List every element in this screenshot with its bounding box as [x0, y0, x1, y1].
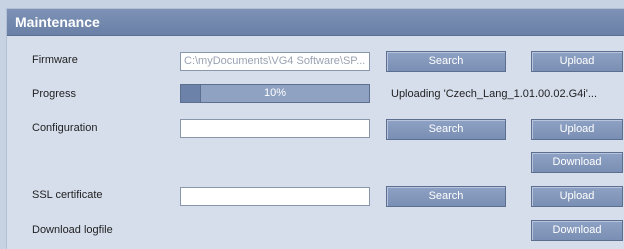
progress-bar: 10%	[180, 84, 370, 103]
firmware-label: Firmware	[32, 54, 78, 66]
configuration-upload-button[interactable]: Upload	[531, 119, 623, 140]
maintenance-frame: Maintenance Firmware C:\myDocuments\VG4 …	[0, 0, 624, 249]
firmware-search-button[interactable]: Search	[386, 51, 506, 72]
top-strip	[0, 0, 624, 8]
ssl-certificate-search-button[interactable]: Search	[386, 186, 506, 207]
firmware-upload-button[interactable]: Upload	[531, 51, 623, 72]
ssl-certificate-label: SSL certificate	[32, 189, 103, 201]
configuration-download-button[interactable]: Download	[531, 152, 623, 173]
ssl-certificate-path-field[interactable]	[180, 187, 370, 206]
configuration-label: Configuration	[32, 122, 98, 134]
firmware-path-field[interactable]: C:\myDocuments\VG4 Software\SP...	[180, 52, 370, 71]
configuration-search-button[interactable]: Search	[386, 119, 506, 140]
ssl-certificate-upload-button[interactable]: Upload	[531, 186, 623, 207]
maintenance-panel: Maintenance Firmware C:\myDocuments\VG4 …	[6, 8, 624, 249]
progress-percent: 10%	[263, 87, 287, 99]
progress-label: Progress	[32, 88, 77, 100]
panel-header: Maintenance	[7, 9, 624, 36]
download-logfile-label: Download logfile	[32, 224, 113, 236]
configuration-path-field[interactable]	[180, 119, 370, 138]
panel-title: Maintenance	[15, 14, 100, 30]
logfile-download-button[interactable]: Download	[531, 220, 623, 241]
upload-status-text: Uploading 'Czech_Lang_1.01.00.02.G4i'...	[391, 88, 598, 100]
